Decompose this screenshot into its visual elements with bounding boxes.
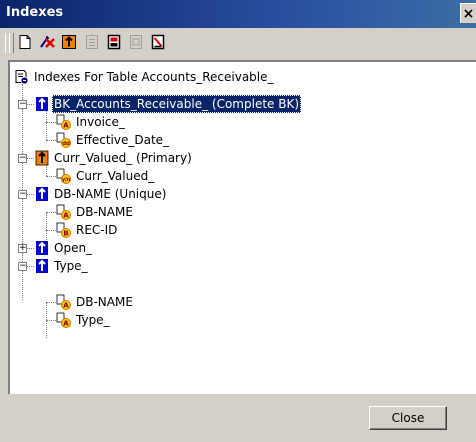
title-bar: Indexes × (0, 0, 476, 28)
tree-line (46, 302, 56, 303)
toolbar-grip[interactable] (9, 33, 14, 53)
tree-line (46, 176, 56, 177)
index-ascending-icon (34, 96, 50, 112)
tree-line (46, 230, 56, 231)
index-ascending-icon (34, 240, 50, 256)
field-alpha-icon: A (56, 312, 72, 328)
tree-node-label: BK_Accounts_Receivable_ (Complete BK) (52, 95, 302, 113)
field-alpha-icon: A (56, 114, 72, 130)
tree-line (26, 194, 34, 195)
tree-line (46, 320, 56, 321)
expand-toggle[interactable]: + (18, 244, 27, 253)
field-properties-icon[interactable] (128, 34, 144, 50)
tree-line (46, 212, 56, 213)
svg-text:A: A (63, 320, 69, 328)
tree-node-label: DB-NAME (76, 295, 133, 309)
field-yes-no-icon: y/n (56, 168, 72, 184)
index-ascending-icon (34, 186, 50, 202)
window-title: Indexes (6, 5, 64, 20)
collapse-toggle[interactable]: − (18, 190, 27, 199)
index-primary-icon (34, 150, 50, 166)
field-alpha-icon: A (56, 294, 72, 310)
dialog-footer: Close (0, 394, 476, 442)
tree-line (46, 140, 56, 141)
index-properties-icon[interactable] (106, 34, 122, 50)
svg-text:A: A (63, 122, 69, 130)
tree-node-label: REC-ID (76, 223, 118, 237)
window-close-button[interactable]: × (460, 3, 476, 23)
svg-text:B: B (63, 230, 68, 238)
tree-line (26, 266, 34, 267)
tree-node-label: Open_ (54, 241, 93, 255)
collapse-toggle[interactable]: − (18, 262, 27, 271)
tree-line (26, 158, 34, 159)
unique-index-icon[interactable] (84, 34, 100, 50)
toolbar (0, 28, 476, 58)
tree-node-label: Type_ (76, 313, 110, 327)
close-button[interactable]: Close (369, 406, 447, 430)
index-tree[interactable]: − − − + − Indexes For Table Accounts_Rec… (8, 60, 476, 394)
table-indexes-icon (14, 69, 30, 85)
svg-text:A: A (63, 302, 69, 310)
index-ascending-icon (34, 258, 50, 274)
tree-node-label: Curr_Valued_ (76, 169, 155, 183)
field-alpha-icon: A (56, 204, 72, 220)
tree-node-label: DB-NAME (76, 205, 133, 219)
tree-line (26, 104, 34, 105)
tree-node-label: Curr_Valued_ (Primary) (54, 151, 192, 165)
svg-text:A: A (63, 212, 69, 220)
tree-root[interactable]: Indexes For Table Accounts_Receivable_ (12, 68, 412, 86)
svg-text:dd: dd (62, 141, 70, 147)
new-index-icon[interactable] (17, 34, 33, 50)
delete-index-icon[interactable] (39, 34, 55, 50)
tree-node-label: Invoice_ (76, 115, 125, 129)
primary-index-icon[interactable] (61, 34, 77, 50)
field-binary-icon: B (56, 222, 72, 238)
tree-node-label: Effective_Date_ (76, 133, 170, 147)
tree-line (26, 248, 34, 249)
collapse-toggle[interactable]: − (18, 154, 27, 163)
collapse-toggle[interactable]: − (18, 100, 27, 109)
delete-field-icon[interactable] (150, 34, 166, 50)
tree-node-label: DB-NAME (Unique) (54, 187, 167, 201)
svg-text:y/n: y/n (62, 177, 71, 183)
tree-root-label: Indexes For Table Accounts_Receivable_ (34, 70, 274, 84)
tree-line (46, 122, 56, 123)
tree-node-label: Type_ (54, 259, 88, 273)
field-date-icon: dd (56, 132, 72, 148)
